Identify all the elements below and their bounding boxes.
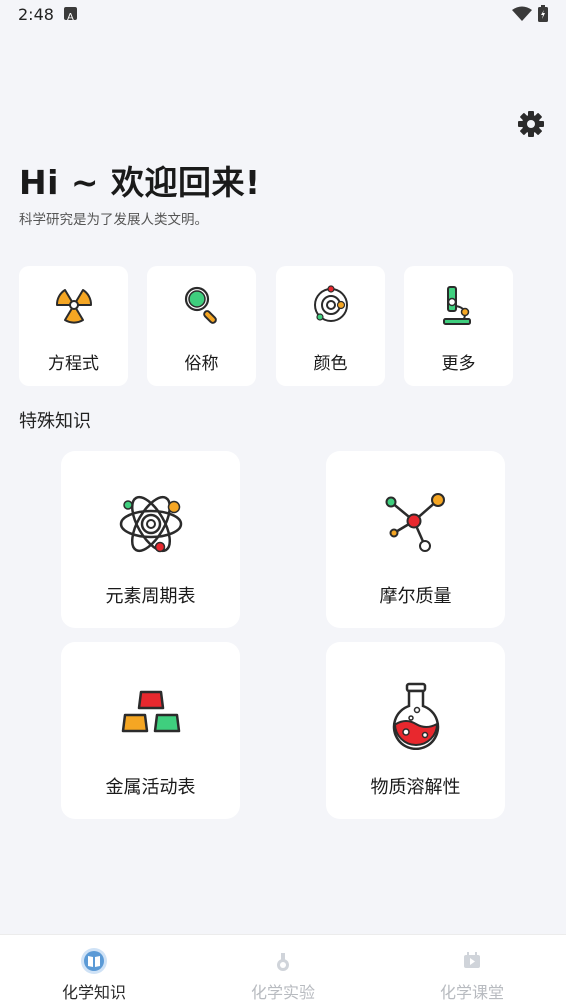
wifi-icon [512,6,532,21]
battery-icon [538,5,548,22]
status-time: 2:48 [18,5,54,24]
card-solubility[interactable]: 物质溶解性 [326,642,505,819]
card-label: 元素周期表 [105,586,196,607]
nav-tab-chemistry-knowledge[interactable]: 化学知识 [0,935,188,1007]
section-title: 特殊知识 [19,411,91,432]
orbit-icon [314,285,348,322]
card-label: 摩尔质量 [379,586,452,607]
quick-action-label: 俗称 [184,354,219,374]
quick-action-equations[interactable]: 方程式 [19,266,128,386]
nav-tab-label: 化学课堂 [439,983,504,1002]
quick-action-more[interactable]: 更多 [404,266,513,386]
quick-action-colors[interactable]: 颜色 [276,266,385,386]
nav-tab-label: 化学知识 [61,983,126,1002]
flask-outline-icon [277,953,289,971]
nav-tab-chemistry-class[interactable]: 化学课堂 [378,935,566,1007]
nav-tab-chemistry-experiment[interactable]: 化学实验 [189,935,377,1007]
card-metal-activity[interactable]: 金属活动表 [61,642,240,819]
blocks-icon [121,690,181,733]
quick-action-label: 更多 [441,354,476,374]
book-icon [81,948,107,974]
bottom-nav: 化学知识 化学实验 化学课堂 [0,934,566,1007]
quick-action-label: 颜色 [313,354,348,374]
page-subtitle: 科学研究是为了发展人类文明。 [19,212,208,228]
microscope-icon [443,286,471,325]
card-label: 金属活动表 [105,777,196,798]
page-title: Hi ~ 欢迎回来! [19,163,261,202]
video-board-icon [464,952,480,968]
card-molar-mass[interactable]: 摩尔质量 [326,451,505,628]
molecule-icon [385,493,445,552]
card-periodic-table[interactable]: 元素周期表 [61,451,240,628]
svg-text:A: A [67,12,74,22]
atom-icon [119,495,183,553]
quick-action-label: 方程式 [48,354,99,374]
notification-icon: A [64,7,77,23]
settings-gear-icon[interactable] [516,109,546,139]
nav-tab-label: 化学实验 [250,983,315,1002]
flask-icon [392,682,440,750]
status-indicators [512,5,548,22]
quick-action-common-names[interactable]: 俗称 [147,266,256,386]
card-label: 物质溶解性 [370,777,461,798]
radiation-icon [55,286,93,324]
magnifier-icon [184,286,217,324]
